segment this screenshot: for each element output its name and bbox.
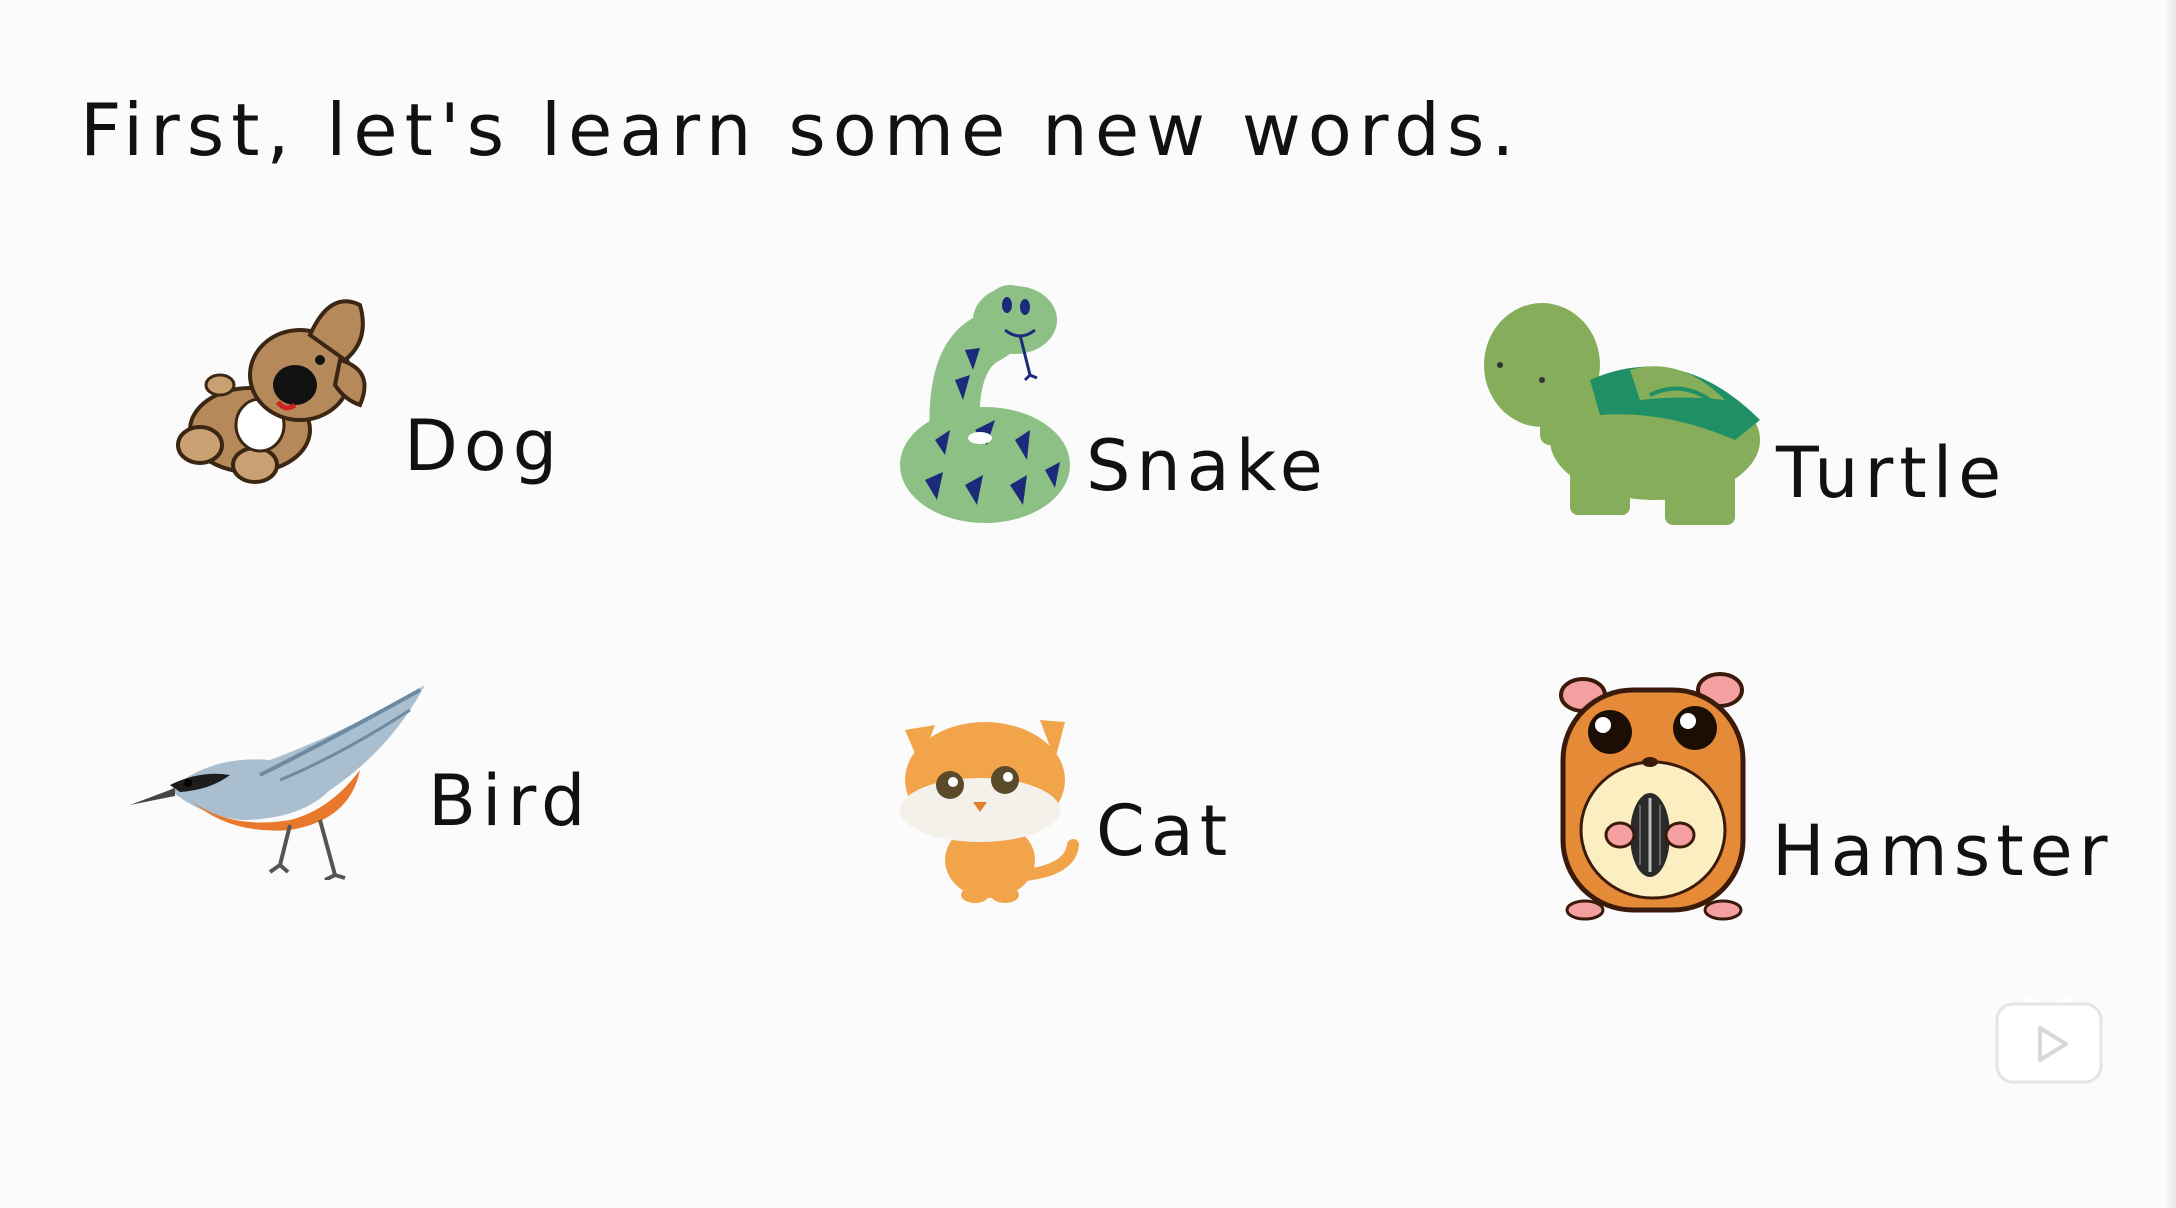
page-edge [2164,0,2176,1208]
hamster-picture [1555,670,1755,925]
tv-play-icon[interactable] [1994,990,2104,1086]
turtle-picture [1480,300,1770,530]
snake-picture [895,280,1085,530]
word-cat: Cat [1096,790,1234,872]
cat-picture [895,710,1080,905]
word-bird: Bird [428,760,592,842]
bird-picture [130,680,430,880]
dog-picture [160,290,380,500]
word-snake: Snake [1086,425,1329,507]
word-turtle: Turtle [1776,432,2008,514]
page-heading: First, let's learn some new words. [80,88,1522,172]
word-dog: Dog [404,405,564,487]
word-hamster: Hamster [1772,810,2114,892]
